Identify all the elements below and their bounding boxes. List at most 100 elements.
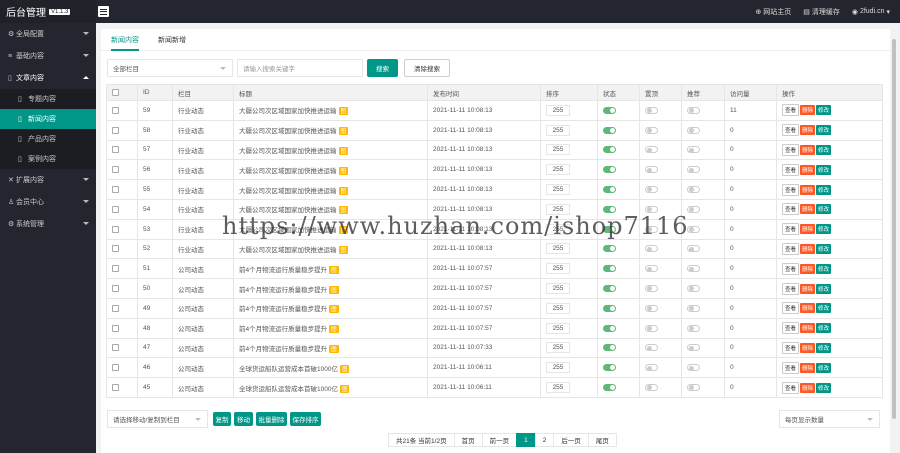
row-select-cell[interactable]: [106, 238, 138, 260]
row-title[interactable]: 前4个月物流运行质量稳步提升: [239, 287, 327, 294]
delete-button[interactable]: 删除: [800, 105, 816, 116]
row-checkbox[interactable]: [112, 324, 119, 332]
row-title[interactable]: 大疆公司次区域国家加快推进运输: [239, 168, 337, 175]
row-checkbox[interactable]: [112, 245, 119, 253]
row-title[interactable]: 前4个月物流运行质量稳步提升: [239, 306, 327, 313]
row-select-cell[interactable]: [106, 119, 138, 141]
row-checkbox[interactable]: [112, 166, 119, 174]
sort-input[interactable]: 255: [546, 144, 570, 156]
top-toggle[interactable]: [645, 324, 658, 332]
row-title[interactable]: 大疆公司次区域国家加快推进运输: [239, 148, 337, 155]
delete-button[interactable]: 删除: [800, 263, 816, 274]
sort-input[interactable]: 255: [546, 104, 570, 116]
save-sort-button[interactable]: 保存排序: [290, 412, 321, 426]
edit-button[interactable]: 修改: [816, 382, 832, 393]
row-title[interactable]: 大疆公司次区域国家加快推进运输: [239, 128, 337, 135]
row-title[interactable]: 大疆公司次区域国家加快推进运输: [239, 188, 337, 195]
status-toggle[interactable]: [603, 106, 616, 114]
edit-button[interactable]: 修改: [816, 243, 832, 254]
sidebar-item-system[interactable]: ⚙ 系统管理: [0, 213, 96, 235]
delete-button[interactable]: 删除: [800, 164, 816, 175]
recommend-toggle[interactable]: [687, 324, 700, 332]
status-toggle[interactable]: [603, 344, 616, 352]
view-button[interactable]: 查看: [782, 223, 800, 236]
row-select-cell[interactable]: [106, 198, 138, 220]
tab-news-add[interactable]: 新闻新增: [158, 35, 186, 45]
delete-button[interactable]: 删除: [800, 342, 816, 353]
row-checkbox[interactable]: [112, 185, 119, 193]
tab-news-list[interactable]: 新闻内容: [111, 35, 139, 51]
delete-button[interactable]: 删除: [800, 204, 816, 215]
delete-button[interactable]: 删除: [800, 382, 816, 393]
row-checkbox[interactable]: [112, 383, 119, 391]
delete-button[interactable]: 删除: [800, 362, 816, 373]
delete-button[interactable]: 删除: [800, 184, 816, 195]
scrollbar-thumb[interactable]: [892, 39, 896, 419]
view-button[interactable]: 查看: [782, 282, 800, 295]
row-checkbox[interactable]: [112, 284, 119, 292]
recommend-toggle[interactable]: [687, 106, 700, 114]
edit-button[interactable]: 修改: [816, 105, 832, 116]
status-toggle[interactable]: [603, 185, 616, 193]
user-menu[interactable]: ◉ 2fudi.cn ▾: [852, 8, 890, 16]
edit-button[interactable]: 修改: [816, 303, 832, 314]
recommend-toggle[interactable]: [687, 304, 700, 312]
select-all-checkbox[interactable]: [112, 88, 119, 96]
row-select-cell[interactable]: [106, 337, 138, 359]
status-toggle[interactable]: [603, 166, 616, 174]
row-checkbox[interactable]: [112, 304, 119, 312]
row-checkbox[interactable]: [112, 106, 119, 114]
sidebar-item-member[interactable]: ♙ 会员中心: [0, 191, 96, 213]
status-toggle[interactable]: [603, 383, 616, 391]
page-2-button[interactable]: 2: [534, 433, 555, 447]
row-checkbox[interactable]: [112, 205, 119, 213]
view-button[interactable]: 查看: [782, 104, 800, 117]
view-button[interactable]: 查看: [782, 163, 800, 176]
top-toggle[interactable]: [645, 364, 658, 372]
top-toggle[interactable]: [645, 265, 658, 273]
sort-input[interactable]: 255: [546, 124, 570, 136]
search-input[interactable]: 请输入搜索关键字: [237, 59, 363, 77]
status-toggle[interactable]: [603, 364, 616, 372]
sort-input[interactable]: 255: [546, 263, 570, 275]
per-page-select[interactable]: 每页显示数量: [779, 410, 880, 428]
row-title[interactable]: 大疆公司次区域国家加快推进运输: [239, 108, 337, 115]
recommend-toggle[interactable]: [687, 245, 700, 253]
top-toggle[interactable]: [645, 304, 658, 312]
row-checkbox[interactable]: [112, 126, 119, 134]
select-all-header[interactable]: [106, 84, 138, 101]
delete-button[interactable]: 删除: [800, 303, 816, 314]
sort-input[interactable]: 255: [546, 382, 570, 394]
recommend-toggle[interactable]: [687, 225, 700, 233]
edit-button[interactable]: 修改: [816, 224, 832, 235]
sort-input[interactable]: 255: [546, 302, 570, 314]
row-select-cell[interactable]: [106, 139, 138, 161]
edit-button[interactable]: 修改: [816, 263, 832, 274]
delete-button[interactable]: 删除: [800, 125, 816, 136]
edit-button[interactable]: 修改: [816, 144, 832, 155]
view-button[interactable]: 查看: [782, 183, 800, 196]
view-button[interactable]: 查看: [782, 242, 800, 255]
delete-button[interactable]: 删除: [800, 224, 816, 235]
status-toggle[interactable]: [603, 245, 616, 253]
next-page-button[interactable]: 后一页: [553, 433, 589, 447]
sidebar-item-extend[interactable]: ✕ 扩展内容: [0, 169, 96, 191]
edit-button[interactable]: 修改: [816, 342, 832, 353]
menu-toggle-icon[interactable]: [98, 6, 109, 17]
sidebar-item-article[interactable]: ▯ 文章内容: [0, 67, 96, 89]
sort-input[interactable]: 255: [546, 342, 570, 354]
view-button[interactable]: 查看: [782, 203, 800, 216]
top-toggle[interactable]: [645, 185, 658, 193]
sort-input[interactable]: 255: [546, 322, 570, 334]
row-title[interactable]: 前4个月物流运行质量稳步提升: [239, 267, 327, 274]
batch-delete-button[interactable]: 批量删除: [256, 412, 287, 426]
row-title[interactable]: 前4个月物流运行质量稳步提升: [239, 346, 327, 353]
home-link[interactable]: ⊕ 网站主页: [755, 7, 791, 17]
status-toggle[interactable]: [603, 265, 616, 273]
sort-input[interactable]: 255: [546, 184, 570, 196]
edit-button[interactable]: 修改: [816, 283, 832, 294]
edit-button[interactable]: 修改: [816, 204, 832, 215]
prev-page-button[interactable]: 前一页: [481, 433, 518, 447]
sort-input[interactable]: 255: [546, 243, 570, 255]
recommend-toggle[interactable]: [687, 205, 700, 213]
